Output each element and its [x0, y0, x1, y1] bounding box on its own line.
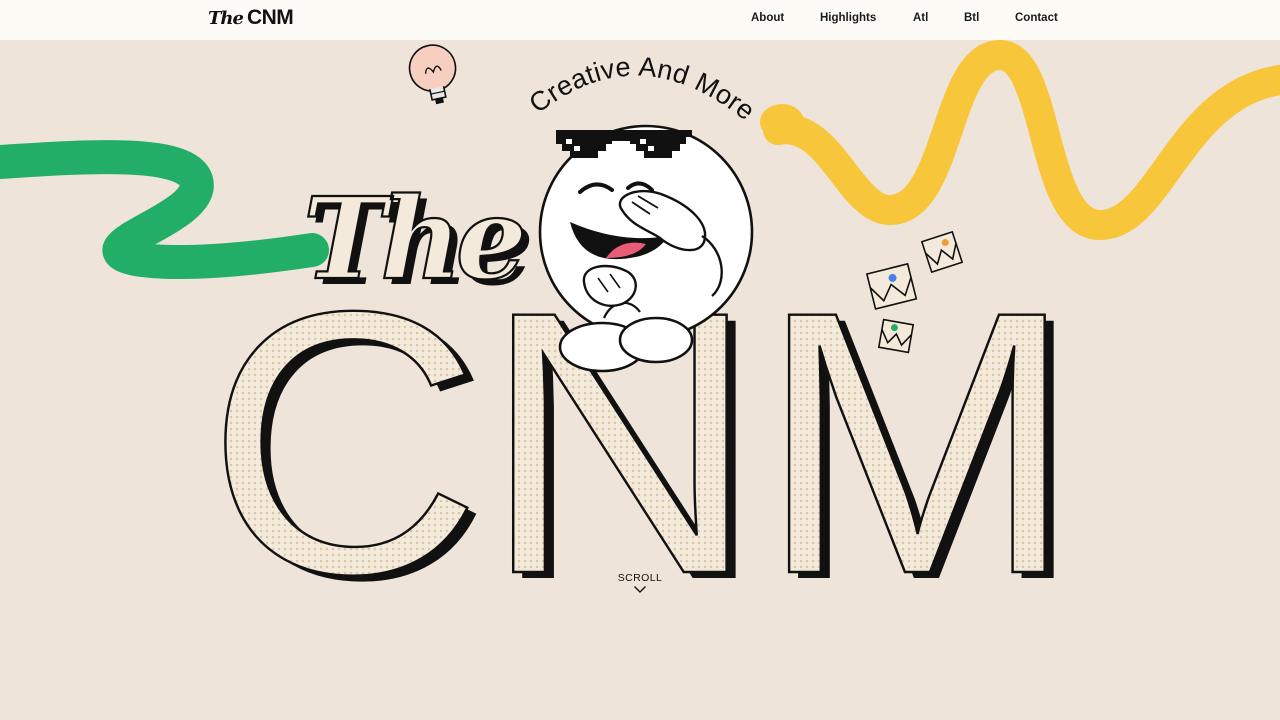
scroll-indicator[interactable]: SCROLL	[600, 572, 680, 594]
logo-the-text: The	[208, 8, 244, 29]
envelope-icon	[877, 318, 915, 354]
yellow-squiggle	[763, 40, 1280, 240]
chevron-down-icon	[634, 586, 646, 593]
tagline-text: Creative And More	[524, 51, 761, 126]
hero-illustration: Creative And More The The CNM CNM	[0, 40, 1280, 658]
yellow-squiggle-tip	[760, 104, 804, 140]
top-navbar: The CNM About Highlights Atl Btl Contact	[0, 0, 1280, 40]
logo-cnm-text: CNM	[246, 6, 294, 29]
nav-link-contact[interactable]: Contact	[1015, 12, 1058, 24]
brand-logo[interactable]: The CNM	[208, 6, 294, 34]
nav-link-atl[interactable]: Atl	[913, 12, 928, 24]
scroll-label: SCROLL	[617, 572, 663, 584]
nav-link-highlights[interactable]: Highlights	[820, 12, 876, 24]
lightbulb-icon	[408, 44, 457, 105]
nav-link-btl[interactable]: Btl	[964, 12, 979, 24]
nav-link-about[interactable]: About	[751, 12, 784, 24]
tagline-arc-text: Creative And More	[524, 51, 761, 126]
